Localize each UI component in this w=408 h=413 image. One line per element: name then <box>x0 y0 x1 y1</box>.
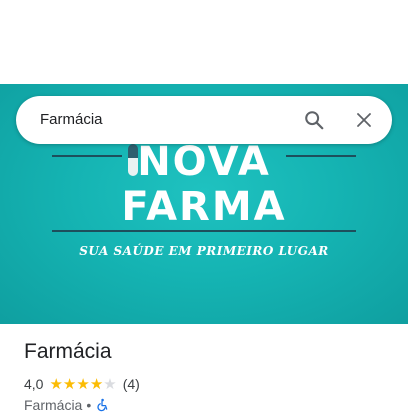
search-bar[interactable]: Farmácia <box>16 96 392 144</box>
logo-text-nova: NOVA <box>137 139 271 185</box>
rating-value: 4,0 <box>24 376 44 392</box>
search-icon <box>305 111 324 130</box>
map-top-area <box>0 0 408 84</box>
separator: • <box>86 397 92 413</box>
star-empty-icon: ★ <box>103 375 117 393</box>
rating-row[interactable]: 4,0 ★ ★ ★ ★ ★ (4) <box>24 376 140 392</box>
star-filled-icon: ★ <box>49 375 63 393</box>
star-filled-icon: ★ <box>62 375 77 393</box>
search-button[interactable] <box>300 106 328 134</box>
review-count[interactable]: (4) <box>123 376 140 392</box>
rating-stars: ★ ★ ★ ★ ★ <box>49 377 116 392</box>
logo-text-farma: FARMA <box>121 184 287 230</box>
close-icon <box>357 113 371 127</box>
logo-rule-bottom <box>52 230 356 232</box>
star-filled-icon: ★ <box>76 375 90 393</box>
place-header: Farmácia <box>24 340 112 364</box>
star-filled-icon: ★ <box>89 375 104 393</box>
place-category: Farmácia <box>24 397 83 413</box>
wheelchair-icon <box>97 398 108 412</box>
logo-tagline: SUA SAÚDE EM PRIMEIRO LUGAR <box>79 244 329 258</box>
search-input[interactable]: Farmácia <box>40 111 103 128</box>
clear-search-button[interactable] <box>350 106 378 134</box>
place-title: Farmácia <box>24 340 112 363</box>
category-row: Farmácia • <box>24 397 109 413</box>
